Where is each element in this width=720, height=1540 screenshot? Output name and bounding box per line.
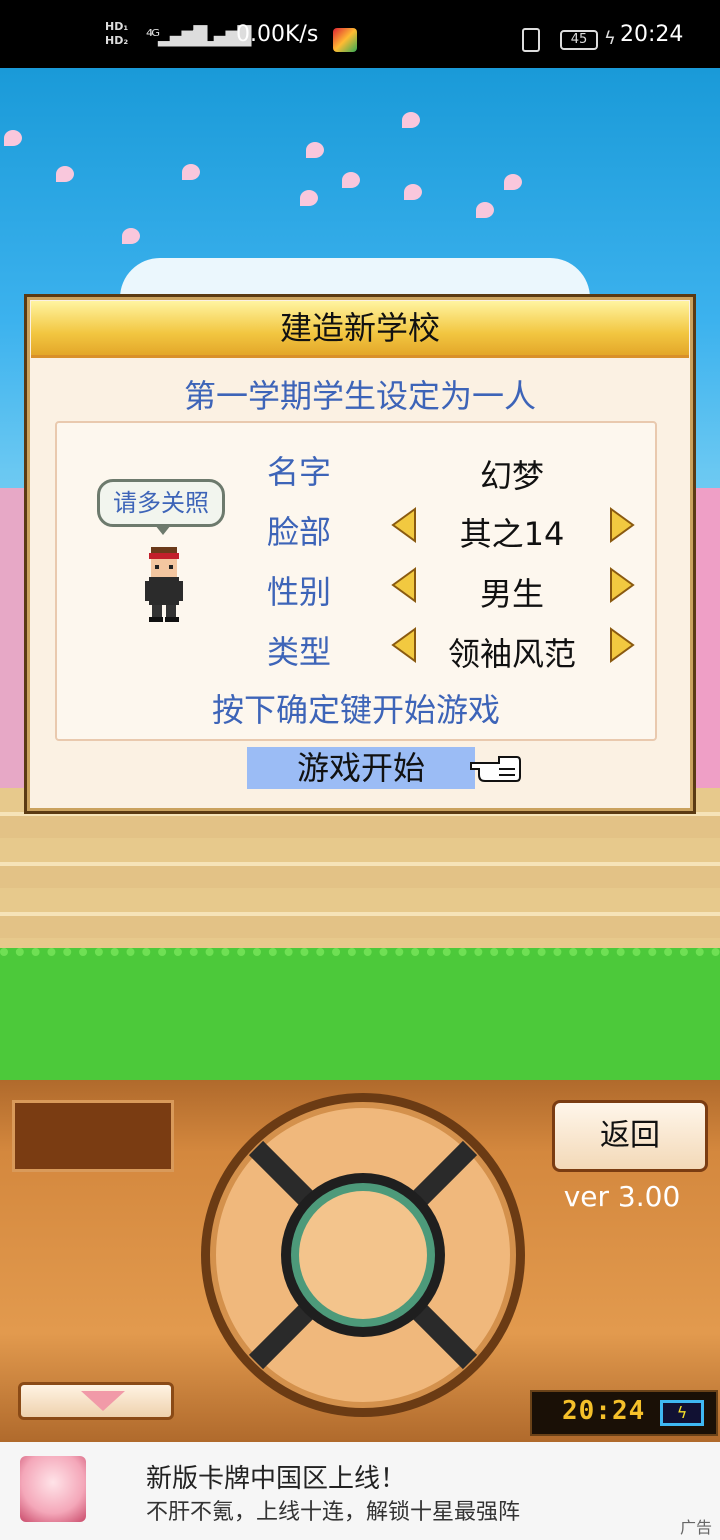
student-character-icon (145, 547, 183, 622)
start-game-button[interactable]: 游戏开始 (247, 747, 475, 789)
back-button[interactable]: 返回 (552, 1100, 708, 1172)
petal-decoration (182, 164, 200, 180)
hd-icon: HD₁ HD₂ (105, 20, 129, 47)
info-display (12, 1100, 174, 1172)
gender-next-arrow-icon[interactable] (609, 567, 635, 603)
ad-app-icon[interactable] (20, 1456, 86, 1522)
petal-decoration (56, 166, 74, 182)
version-label: ver 3.00 (563, 1180, 681, 1213)
petal-decoration (476, 202, 494, 218)
face-next-arrow-icon[interactable] (609, 507, 635, 543)
cherry-tree-right (696, 488, 720, 788)
start-hint: 按下确定键开始游戏 (211, 691, 500, 729)
clock-text: 20:24 (562, 1396, 646, 1426)
gender-prev-arrow-icon[interactable] (391, 567, 417, 603)
type-prev-arrow-icon[interactable] (391, 627, 417, 663)
status-bar: HD₁ HD₂ ⁴ᴳ▂▄▆█ ⁴ᴳ▂▄▆█ 0.00K/s 45 ϟ 20:24 (0, 0, 720, 68)
petal-decoration (504, 174, 522, 190)
ad-label: 广告 (679, 1518, 712, 1537)
dialog-subtitle: 第一学期学生设定为一人 (183, 377, 536, 415)
petal-decoration (4, 130, 22, 146)
field-value-face: 其之14 (459, 515, 565, 553)
field-value-name[interactable]: 幻梦 (417, 451, 607, 497)
student-settings-panel: 请多关照 名字 幻梦 脸部 其之14 性别 男生 类型 领袖风范 按下确定键开始… (55, 421, 657, 741)
ad-title: 新版卡牌中国区上线！ (146, 1464, 407, 1494)
speech-bubble: 请多关照 (97, 479, 225, 527)
ad-banner[interactable]: 新版卡牌中国区上线！ 不肝不氪，上线十连，解锁十星最强阵 广告 (0, 1442, 720, 1540)
vibrate-icon (522, 28, 540, 52)
network-speed: 0.00K/s (236, 22, 319, 47)
battery-icon: 45 (560, 30, 598, 50)
pointing-hand-icon (470, 756, 521, 782)
battery-charging-icon: ϟ (660, 1400, 704, 1426)
type-next-arrow-icon[interactable] (609, 627, 635, 663)
app-notification-icon (333, 28, 357, 52)
ad-subtitle: 不肝不氪，上线十连，解锁十星最强阵 (146, 1500, 521, 1525)
petal-decoration (402, 112, 420, 128)
dialog-title: 建造新学校 (31, 301, 689, 358)
status-time: 20:24 (620, 22, 684, 47)
petal-decoration (342, 172, 360, 188)
petal-decoration (306, 142, 324, 158)
dpad-icon[interactable] (198, 1090, 528, 1420)
menu-button[interactable] (18, 1382, 174, 1420)
field-label-gender: 性别 (267, 573, 332, 611)
field-value-type: 领袖风范 (447, 635, 576, 673)
speech-bubble-tail (155, 525, 171, 535)
down-triangle-icon (81, 1391, 125, 1411)
charging-icon: ϟ (604, 28, 616, 49)
game-scene: 建造新学校 第一学期学生设定为一人 请多关照 名字 幻梦 脸部 其之14 性别 … (0, 68, 720, 1080)
virtual-controller: 返回 ver 3.00 20:24 ϟ (0, 1080, 720, 1442)
field-label-name: 名字 (267, 453, 332, 491)
game-clock: 20:24 ϟ (530, 1390, 718, 1436)
face-prev-arrow-icon[interactable] (391, 507, 417, 543)
petal-decoration (122, 228, 140, 244)
petal-decoration (404, 184, 422, 200)
petal-decoration (300, 190, 318, 206)
field-label-type: 类型 (267, 633, 332, 671)
field-label-face: 脸部 (267, 513, 332, 551)
new-school-dialog: 建造新学校 第一学期学生设定为一人 请多关照 名字 幻梦 脸部 其之14 性别 … (24, 294, 696, 814)
grass (0, 948, 720, 1080)
field-value-gender: 男生 (479, 575, 544, 613)
